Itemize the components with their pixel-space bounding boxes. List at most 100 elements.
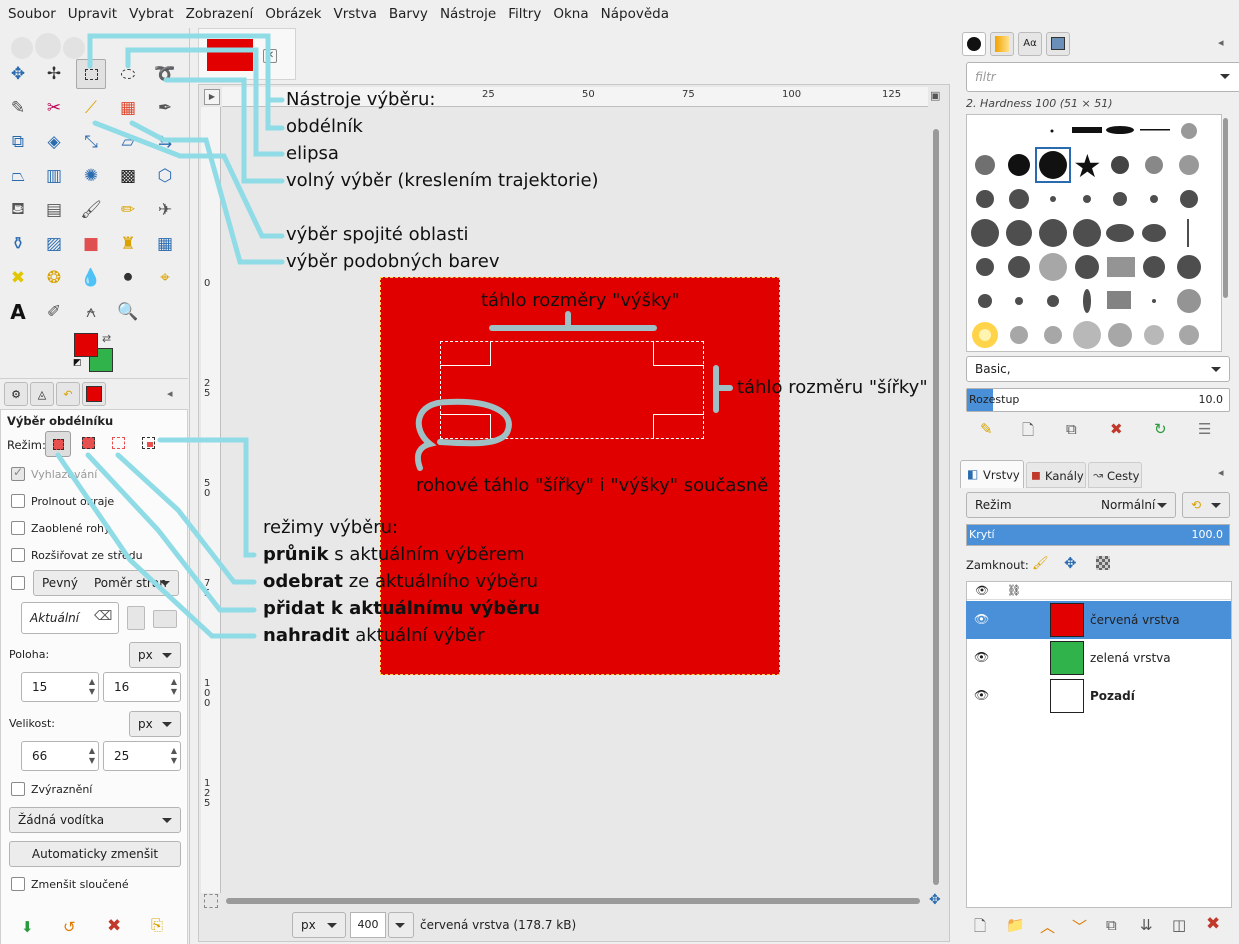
landscape-icon[interactable] [153,610,177,628]
foreground-color[interactable] [74,333,98,357]
measure-icon[interactable]: ⍲ [76,297,106,327]
shrink-merged-checkbox[interactable] [11,877,25,891]
tab-paths[interactable]: ↝ Cesty [1088,462,1142,488]
fuzzy-select-icon[interactable]: ✎ [3,93,33,123]
blur-icon[interactable]: ❂ [39,263,69,293]
rotate-icon[interactable]: ◈ [39,127,69,157]
handle-transform-icon[interactable]: ▩ [113,161,143,191]
zoom-lock-icon[interactable]: ▣ [930,89,944,103]
visibility-eye-icon[interactable]: 👁 [974,612,989,626]
menu-view[interactable]: Zobrazení [180,0,260,28]
brush-grid-scrollbar[interactable] [1223,114,1229,352]
new-layer-icon[interactable]: 🗋 [974,916,986,941]
brush-filter-input[interactable]: filtr [966,62,1239,92]
scissors-icon[interactable]: ✂ [39,93,69,123]
mode-add-button[interactable] [79,434,99,454]
color-picker-icon[interactable]: ✐ [39,297,69,327]
duplicate-layer-icon[interactable]: ⧉ [1106,916,1117,934]
patterns-tab[interactable] [990,32,1014,56]
spin-arrows-icon[interactable]: ▲ ▼ [171,746,177,766]
ellipse-select-tool[interactable] [113,59,143,89]
fonts-tab-icon[interactable]: Aα [1018,32,1042,56]
brushes-tab[interactable] [962,32,986,56]
portrait-icon[interactable] [127,606,145,630]
menu-edit[interactable]: Upravit [62,0,123,28]
lock-alpha-icon[interactable] [1096,556,1110,570]
brushes-menu-icon[interactable]: ☰ [1198,420,1211,438]
undo-history-tab-icon[interactable]: ↶ [56,382,80,406]
zoom-icon[interactable]: 🔍 [113,297,143,327]
lower-layer-icon[interactable]: ﹀ [1072,916,1087,937]
vertical-ruler[interactable]: 0 2 5 5 0 7 5 1 0 0 1 2 5 [201,107,221,893]
smudge-icon[interactable]: ✖ [3,263,33,293]
delete-options-icon[interactable]: ✖ [107,916,121,936]
menu-tools[interactable]: Nástroje [434,0,502,28]
quick-mask-icon[interactable] [204,894,218,908]
dock-menu-icon[interactable]: ◂ [167,387,173,400]
merge-layer-icon[interactable]: ⇊ [1140,916,1153,934]
canvas-menu-icon[interactable]: ▶ [204,89,220,105]
unit-combo[interactable]: px [292,912,346,938]
default-colors-icon[interactable]: ◩ [73,358,82,368]
text-icon[interactable]: A [3,297,33,327]
zoom-dropdown[interactable] [388,912,414,938]
dodge-icon[interactable]: 💧 [76,263,106,293]
position-x-input[interactable]: 15 ▲ ▼ [21,672,99,702]
lock-position-icon[interactable]: ✥ [1064,554,1077,572]
brush-grid[interactable]: ★ [966,114,1222,352]
document-history-tab[interactable] [1046,32,1070,56]
close-icon[interactable]: ✕ [263,49,277,63]
brush-tag-combo[interactable]: Basic, [966,356,1230,382]
antialias-checkbox[interactable]: ✓ [11,465,25,481]
zoom-input[interactable]: 400 % [350,912,386,944]
menu-filters[interactable]: Filtry [502,0,547,28]
vertical-scrollbar-thumb[interactable] [933,129,939,885]
rect-select-tool[interactable] [76,59,106,89]
edit-brush-icon[interactable]: ✎ [980,420,993,438]
lock-pixels-icon[interactable]: 🖌 [1032,556,1049,571]
autoshrink-button[interactable]: Automaticky zmenšit [9,841,181,867]
clone-icon[interactable]: ♜ [113,229,143,259]
position-y-input[interactable]: 16 ▲ ▼ [103,672,181,702]
swap-colors-icon[interactable]: ⇄ [102,332,111,345]
size-width-input[interactable]: 66 ▲ ▼ [21,741,99,771]
restore-options-icon[interactable]: ↺ [63,918,76,936]
expand-from-center-checkbox[interactable] [11,548,25,562]
horizontal-scrollbar[interactable] [222,896,928,906]
gradient-icon[interactable]: ▤ [39,195,69,225]
spacing-slider[interactable]: Rozestup 10.0 [966,388,1230,412]
menu-file[interactable]: Soubor [2,0,62,28]
guides-combo[interactable]: Žádná vodítka [9,807,181,833]
ink-icon[interactable]: ⚱ [3,229,33,259]
delete-brush-icon[interactable]: ✖ [1110,420,1123,438]
menu-select[interactable]: Vybrat [123,0,180,28]
delete-layer-icon[interactable]: ✖ [1206,914,1220,934]
eraser-icon[interactable]: ■ [76,229,106,259]
reset-options-icon[interactable]: ⎘ [151,916,163,934]
clear-icon[interactable]: ⌫ [94,609,112,624]
paths-icon[interactable]: ✒ [150,93,180,123]
tool-options-tab-icon[interactable]: ⚙ [4,382,28,406]
position-unit-combo[interactable]: px [129,642,181,668]
raise-layer-icon[interactable]: ︿ [1040,916,1055,937]
heal-icon[interactable]: ▦ [150,229,180,259]
rounded-corners-checkbox[interactable] [11,521,25,535]
layer-mode-combo[interactable]: Režim Normální [966,492,1176,518]
airbrush-icon[interactable]: ✈ [150,195,180,225]
paintbrush-icon[interactable]: 🖌 [76,195,106,225]
spin-arrows-icon[interactable]: ▲ ▼ [171,677,177,697]
perspective-icon[interactable]: ⏢ [3,161,33,191]
colors-tab-icon[interactable] [82,382,106,406]
menu-colors[interactable]: Barvy [383,0,434,28]
flip-icon[interactable]: ⇆ [150,127,180,157]
align-icon[interactable]: ✢ [39,59,69,89]
mode-intersect-button[interactable] [139,434,159,454]
fixed-aspect-combo[interactable]: Pevný Poměr stran [33,570,179,596]
free-select-icon[interactable]: ➰ [150,59,180,89]
refresh-brushes-icon[interactable]: ↻ [1154,420,1167,438]
vertical-scrollbar[interactable] [930,107,942,893]
shear-icon[interactable]: ▱ [113,127,143,157]
highlight-checkbox[interactable] [11,782,25,796]
menu-image[interactable]: Obrázek [259,0,327,28]
visibility-eye-icon[interactable]: 👁 [974,650,989,664]
